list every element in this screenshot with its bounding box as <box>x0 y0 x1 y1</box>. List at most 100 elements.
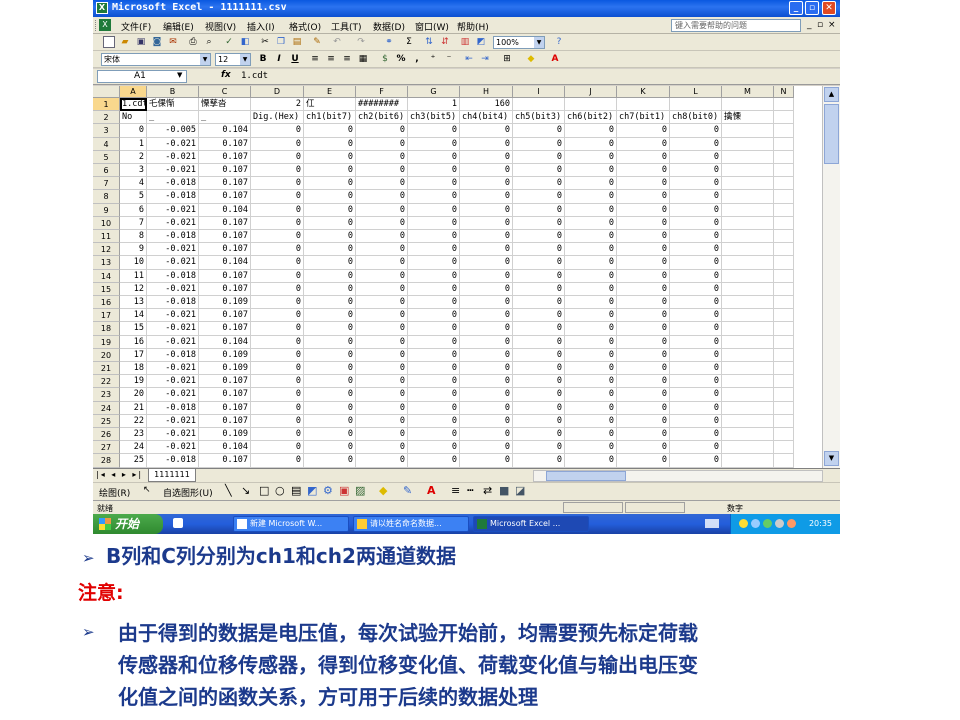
cell-f16[interactable]: 0 <box>356 296 408 310</box>
cell-d17[interactable]: 0 <box>251 309 304 323</box>
cell-d28[interactable]: 0 <box>251 454 304 468</box>
cell-f25[interactable]: 0 <box>356 414 408 428</box>
cell-l26[interactable]: 0 <box>670 428 722 442</box>
cell-h2[interactable]: ch4(bit4) <box>460 111 513 125</box>
cell-a13[interactable]: 10 <box>120 256 147 270</box>
cell-i10[interactable]: 0 <box>513 216 565 230</box>
tray-icon[interactable] <box>787 519 796 528</box>
cell-j25[interactable]: 0 <box>565 414 617 428</box>
cell-a15[interactable]: 12 <box>120 282 147 296</box>
cell-j26[interactable]: 0 <box>565 428 617 442</box>
cell-j23[interactable]: 0 <box>565 388 617 402</box>
cell-f11[interactable]: 0 <box>356 230 408 244</box>
cell-f2[interactable]: ch2(bit6) <box>356 111 408 125</box>
cell-d6[interactable]: 0 <box>251 164 304 178</box>
column-header-i[interactable]: I <box>513 86 565 98</box>
cell-m17[interactable] <box>722 309 774 323</box>
row-header[interactable]: 16 <box>93 296 120 310</box>
row-header[interactable]: 27 <box>93 441 120 455</box>
cell-l16[interactable]: 0 <box>670 296 722 310</box>
oval-icon[interactable]: ○ <box>275 484 285 497</box>
cell-d2[interactable]: Dig.(Hex) <box>251 111 304 125</box>
cell-n18[interactable] <box>774 322 794 336</box>
dash-style-icon[interactable]: ┅ <box>467 484 474 497</box>
row-header[interactable]: 14 <box>93 269 120 283</box>
cell-d15[interactable]: 0 <box>251 282 304 296</box>
cell-c17[interactable]: 0.107 <box>199 309 251 323</box>
cell-d19[interactable]: 0 <box>251 335 304 349</box>
cell-g23[interactable]: 0 <box>408 388 460 402</box>
autoshapes-menu[interactable]: 自选图形(U) <box>163 486 213 499</box>
cell-h19[interactable]: 0 <box>460 335 513 349</box>
column-header-m[interactable]: M <box>722 86 774 98</box>
cell-d1[interactable]: 2 <box>251 98 304 112</box>
task-folder[interactable]: 请以姓名命名数据... <box>353 516 469 532</box>
cell-m2[interactable]: 擒慄 <box>722 111 774 125</box>
cut-icon[interactable]: ✂ <box>259 36 271 48</box>
cell-k11[interactable]: 0 <box>617 230 670 244</box>
cell-j3[interactable]: 0 <box>565 124 617 138</box>
select-objects-icon[interactable]: ↖ <box>143 485 151 495</box>
cell-a21[interactable]: 18 <box>120 362 147 376</box>
cell-g27[interactable]: 0 <box>408 441 460 455</box>
font-color-icon[interactable]: A <box>427 484 436 497</box>
column-header-d[interactable]: D <box>251 86 304 98</box>
menu-file[interactable]: 文件(F) <box>121 20 151 33</box>
format-painter-icon[interactable]: ✎ <box>311 36 323 48</box>
row-header[interactable]: 7 <box>93 177 120 191</box>
cell-j11[interactable]: 0 <box>565 230 617 244</box>
scroll-thumb[interactable] <box>824 104 839 164</box>
cell-e11[interactable]: 0 <box>304 230 356 244</box>
cell-n24[interactable] <box>774 401 794 415</box>
doc-close-icon[interactable]: × <box>828 20 836 30</box>
cell-d25[interactable]: 0 <box>251 414 304 428</box>
cell-h17[interactable]: 0 <box>460 309 513 323</box>
column-header-n[interactable]: N <box>774 86 794 98</box>
row-header[interactable]: 28 <box>93 454 120 468</box>
cell-l3[interactable]: 0 <box>670 124 722 138</box>
cell-a7[interactable]: 4 <box>120 177 147 191</box>
cell-f3[interactable]: 0 <box>356 124 408 138</box>
cell-a11[interactable]: 8 <box>120 230 147 244</box>
cell-f10[interactable]: 0 <box>356 216 408 230</box>
cell-i27[interactable]: 0 <box>513 441 565 455</box>
cell-c28[interactable]: 0.107 <box>199 454 251 468</box>
cell-j28[interactable]: 0 <box>565 454 617 468</box>
undo-icon[interactable]: ↶ <box>331 36 343 48</box>
open-icon[interactable]: ▰ <box>119 36 131 48</box>
cell-c18[interactable]: 0.107 <box>199 322 251 336</box>
scroll-down-icon[interactable]: ▼ <box>824 451 839 466</box>
cell-n27[interactable] <box>774 441 794 455</box>
fill-color-icon[interactable]: ◆ <box>379 484 387 497</box>
minimize-button[interactable]: _ <box>789 1 803 15</box>
cell-d3[interactable]: 0 <box>251 124 304 138</box>
cell-a9[interactable]: 6 <box>120 203 147 217</box>
cell-k7[interactable]: 0 <box>617 177 670 191</box>
cell-l14[interactable]: 0 <box>670 269 722 283</box>
cell-i9[interactable]: 0 <box>513 203 565 217</box>
cell-d7[interactable]: 0 <box>251 177 304 191</box>
cell-i22[interactable]: 0 <box>513 375 565 389</box>
cell-n26[interactable] <box>774 428 794 442</box>
cell-h27[interactable]: 0 <box>460 441 513 455</box>
cell-h9[interactable]: 0 <box>460 203 513 217</box>
drawing-icon[interactable]: ◩ <box>475 36 487 48</box>
cell-i3[interactable]: 0 <box>513 124 565 138</box>
cell-a5[interactable]: 2 <box>120 150 147 164</box>
cell-a22[interactable]: 19 <box>120 375 147 389</box>
cell-n19[interactable] <box>774 335 794 349</box>
cell-c14[interactable]: 0.107 <box>199 269 251 283</box>
cell-i20[interactable]: 0 <box>513 348 565 362</box>
cell-i8[interactable]: 0 <box>513 190 565 204</box>
cell-h15[interactable]: 0 <box>460 282 513 296</box>
cell-c7[interactable]: 0.107 <box>199 177 251 191</box>
column-header-k[interactable]: K <box>617 86 670 98</box>
cell-k17[interactable]: 0 <box>617 309 670 323</box>
cell-h8[interactable]: 0 <box>460 190 513 204</box>
cell-a1[interactable]: 1.cdt <box>120 98 148 112</box>
grip-handle[interactable] <box>95 20 98 31</box>
cell-h23[interactable]: 0 <box>460 388 513 402</box>
cell-e25[interactable]: 0 <box>304 414 356 428</box>
row-header[interactable]: 3 <box>93 124 120 138</box>
cell-a14[interactable]: 11 <box>120 269 147 283</box>
